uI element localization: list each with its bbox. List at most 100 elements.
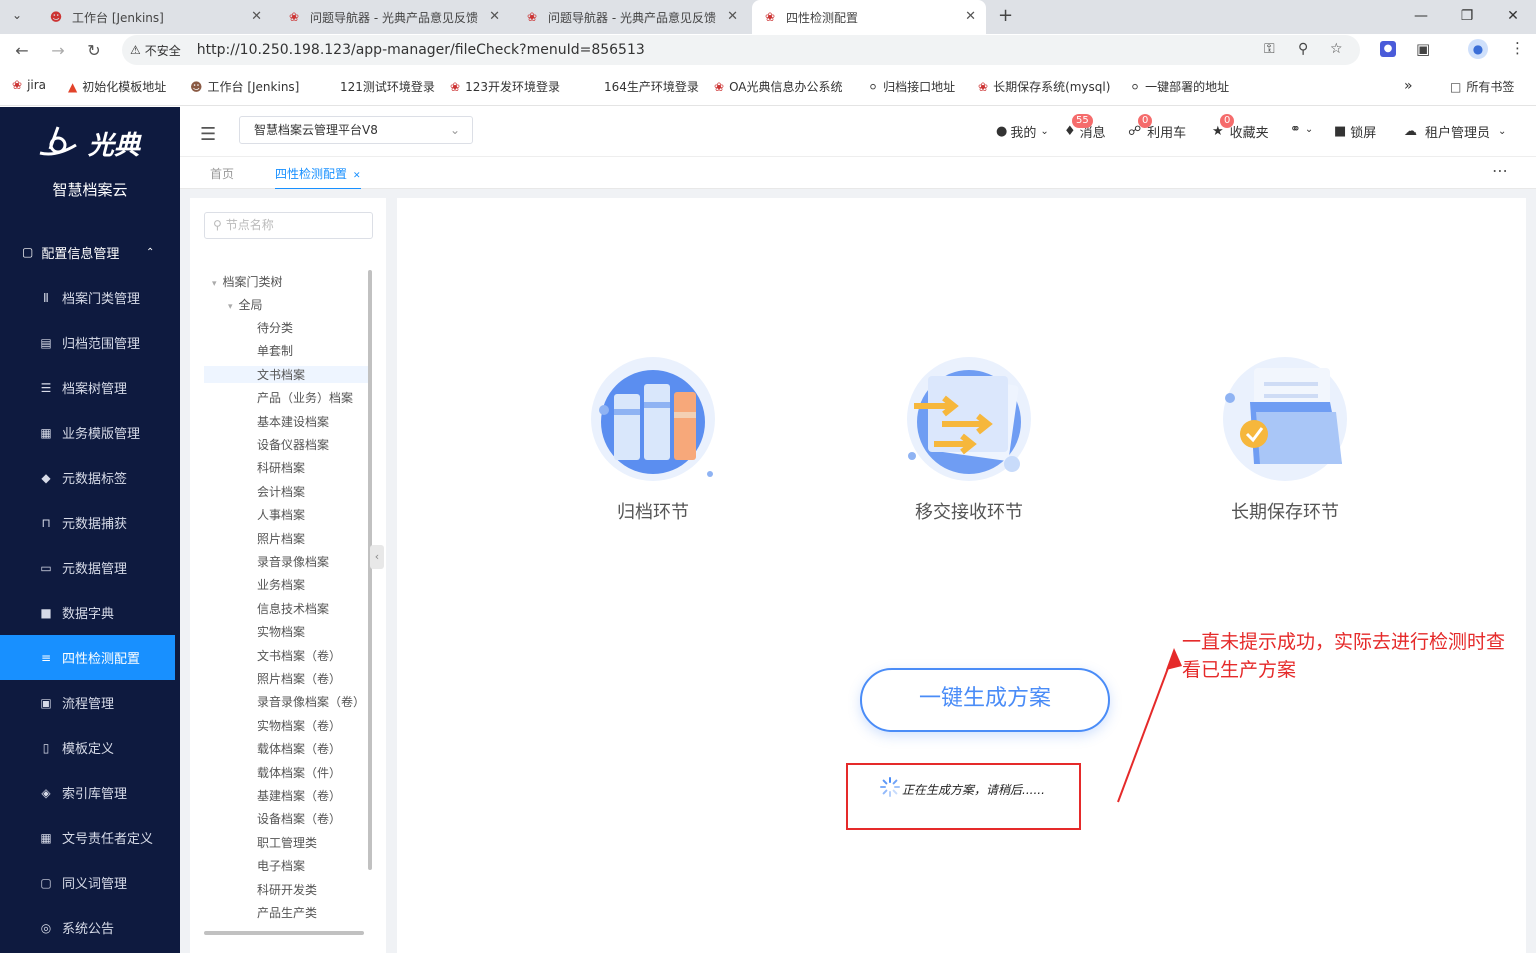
star-icon[interactable]: ☆ <box>1330 41 1343 57</box>
url-text[interactable]: http://10.250.198.123/app-manager/fileCh… <box>197 42 645 58</box>
tab-search-icon[interactable]: ⌄ <box>12 8 22 22</box>
tree-node[interactable]: 录音录像档案 <box>257 553 329 570</box>
tree-node[interactable]: 文书档案 <box>204 365 368 383</box>
tree-search-input[interactable]: ⚲ 节点名称 <box>204 212 373 239</box>
tree-node[interactable]: 产品（业务）档案 <box>257 389 353 406</box>
sidebar-item[interactable]: ■ 数据字典 <box>0 590 175 635</box>
hamburger-icon[interactable]: ☰ <box>200 124 216 145</box>
tree-node[interactable]: 实物档案 <box>257 623 305 640</box>
menu-group-config[interactable]: ▢ 配置信息管理 ⌃ <box>0 237 180 267</box>
tree-node[interactable]: 照片档案（卷） <box>257 670 341 687</box>
bookmark-item[interactable]: ☻ 工作台 [Jenkins] <box>190 78 299 95</box>
tree-node[interactable]: 人事档案 <box>257 506 305 523</box>
tree-node[interactable]: 文书档案（卷） <box>257 647 341 664</box>
tree-node[interactable]: 业务档案 <box>257 576 305 593</box>
back-icon[interactable]: ← <box>4 41 40 60</box>
tree-node[interactable]: 信息技术档案 <box>257 600 329 617</box>
profile-icon[interactable]: ● <box>1468 39 1488 59</box>
tree-global[interactable]: ▾ 全局 <box>228 296 263 313</box>
mine-menu[interactable]: ● 我的 ⌄ <box>996 122 1049 141</box>
restore-icon[interactable]: ❐ <box>1444 0 1490 34</box>
close-icon[interactable]: ✕ <box>489 9 500 24</box>
tree-node[interactable]: 录音录像档案（卷） <box>257 693 365 710</box>
insecure-indicator[interactable]: ⚠ 不安全 <box>130 42 181 59</box>
tree-root[interactable]: ▾ 档案门类树 <box>212 273 283 290</box>
bookmark-item[interactable]: ⚪ 归档接口地址 <box>868 78 955 95</box>
tree-node[interactable]: 待分类 <box>257 319 293 336</box>
sidebar-item[interactable]: ▤ 归档范围管理 <box>0 320 175 365</box>
tree-node[interactable]: 载体档案（件） <box>257 764 341 781</box>
bookmark-item[interactable]: 121测试环境登录 <box>340 78 435 95</box>
stage-archiving[interactable]: 归档环节 <box>553 354 753 524</box>
stage-preservation[interactable]: 长期保存环节 <box>1185 354 1385 524</box>
tree-node[interactable]: 科研档案 <box>257 459 305 476</box>
close-window-icon[interactable]: ✕ <box>1490 0 1536 34</box>
bookmark-item[interactable]: ❀ OA光典信息办公系统 <box>714 78 843 95</box>
sidebar-item[interactable]: Ⅱ 档案门类管理 <box>0 275 175 320</box>
browser-tab[interactable]: ❀ 问题导航器 - 光典产品意见反馈 ✕ <box>276 0 510 34</box>
browser-tab-active[interactable]: ❀ 四性检测配置 ✕ <box>752 0 986 34</box>
stage-transfer[interactable]: 移交接收环节 <box>869 354 1069 524</box>
tree-node[interactable]: 科研开发类 <box>257 881 317 898</box>
tree-node[interactable]: 基本建设档案 <box>257 413 329 430</box>
extension-icon[interactable]: ● <box>1380 41 1396 57</box>
key-icon[interactable]: ⚿ <box>1264 41 1275 57</box>
favorites-button[interactable]: ★ 0 收藏夹 <box>1212 114 1269 141</box>
bookmark-item[interactable]: ⚪ 一键部署的地址 <box>1130 78 1229 95</box>
new-tab-icon[interactable]: + <box>998 5 1013 26</box>
tree-node[interactable]: 载体档案（卷） <box>257 740 341 757</box>
tree-node[interactable]: 设备档案（卷） <box>257 810 341 827</box>
all-bookmarks[interactable]: □ 所有书签 <box>1450 78 1514 95</box>
tree-node[interactable]: 产品生产类 <box>257 904 317 921</box>
sidebar-item[interactable]: ▭ 元数据管理 <box>0 545 175 590</box>
zoom-icon[interactable]: ⚲ <box>1298 41 1308 57</box>
tree-horizontal-scrollbar[interactable] <box>204 931 364 935</box>
close-icon[interactable]: ✕ <box>251 9 262 24</box>
collapse-panel-handle[interactable]: ‹ <box>370 545 384 569</box>
user-menu[interactable]: ☁ 租户管理员 ⌄ <box>1404 122 1506 141</box>
bookmark-item[interactable]: ▲ 初始化模板地址 <box>68 78 166 95</box>
tree-node[interactable]: 会计档案 <box>257 483 305 500</box>
language-switch[interactable]: ⚭ ⌄ <box>1290 122 1313 137</box>
minimize-icon[interactable]: — <box>1398 0 1444 34</box>
tree-scrollbar[interactable] <box>368 270 372 870</box>
generate-plan-button[interactable]: 一键生成方案 <box>860 668 1110 732</box>
sidebar-item[interactable]: ▢ 同义词管理 <box>0 860 175 905</box>
omnibox[interactable]: ⚠ 不安全 http://10.250.198.123/app-manager/f… <box>122 35 1360 65</box>
cart-button[interactable]: ☍ 0 利用车 <box>1128 114 1186 141</box>
sidebar-item[interactable]: ☰ 档案树管理 <box>0 365 175 410</box>
sidebar-item[interactable]: ▯ 模板定义 <box>0 725 175 770</box>
bookmark-item[interactable]: 164生产环境登录 <box>604 78 699 95</box>
sidebar-item[interactable]: ▦ 业务模版管理 <box>0 410 175 455</box>
bookmark-item[interactable]: ❀ 长期保存系统(mysql) <box>978 78 1110 95</box>
sidebar-item[interactable]: ≡ 四性检测配置 <box>0 635 175 680</box>
close-icon[interactable]: ✕ <box>965 9 976 24</box>
platform-select[interactable]: 智慧档案云管理平台V8 ⌄ <box>239 116 473 144</box>
bookmark-item[interactable]: ❀ 123开发环境登录 <box>450 78 560 95</box>
lock-button[interactable]: ■ 锁屏 <box>1334 122 1376 141</box>
more-icon[interactable]: ⋯ <box>1492 161 1508 180</box>
menu-dots-icon[interactable]: ⋮ <box>1510 39 1525 57</box>
reload-icon[interactable]: ↻ <box>76 41 112 60</box>
tree-node[interactable]: 基建档案（卷） <box>257 787 341 804</box>
sidebar-item[interactable]: ◈ 索引库管理 <box>0 770 175 815</box>
puzzle-icon[interactable]: ▣ <box>1416 40 1430 58</box>
tree-node[interactable]: 设备仪器档案 <box>257 436 329 453</box>
tree-node[interactable]: 职工管理类 <box>257 834 317 851</box>
tab-current[interactable]: 四性检测配置 ✕ <box>275 165 361 190</box>
sidebar-item[interactable]: ◎ 系统公告 <box>0 905 175 950</box>
bookmark-item[interactable]: ❀ jira <box>12 78 46 92</box>
tree-node[interactable]: 单套制 <box>257 342 293 359</box>
close-icon[interactable]: ✕ <box>353 171 361 181</box>
tree-node[interactable]: 实物档案（卷） <box>257 717 341 734</box>
sidebar-item[interactable]: ▣ 流程管理 <box>0 680 175 725</box>
more-bookmarks-icon[interactable]: » <box>1404 78 1413 94</box>
tree-node[interactable]: 电子档案 <box>257 857 305 874</box>
sidebar-item[interactable]: ▦ 文号责任者定义 <box>0 815 175 860</box>
close-icon[interactable]: ✕ <box>727 9 738 24</box>
tree-node[interactable]: 照片档案 <box>257 530 305 547</box>
browser-tab[interactable]: ❀ 问题导航器 - 光典产品意见反馈 ✕ <box>514 0 748 34</box>
messages-button[interactable]: ♦ 55 消息 <box>1064 114 1106 141</box>
sidebar-item[interactable]: ⊓ 元数据捕获 <box>0 500 175 545</box>
sidebar-item[interactable]: ◆ 元数据标签 <box>0 455 175 500</box>
